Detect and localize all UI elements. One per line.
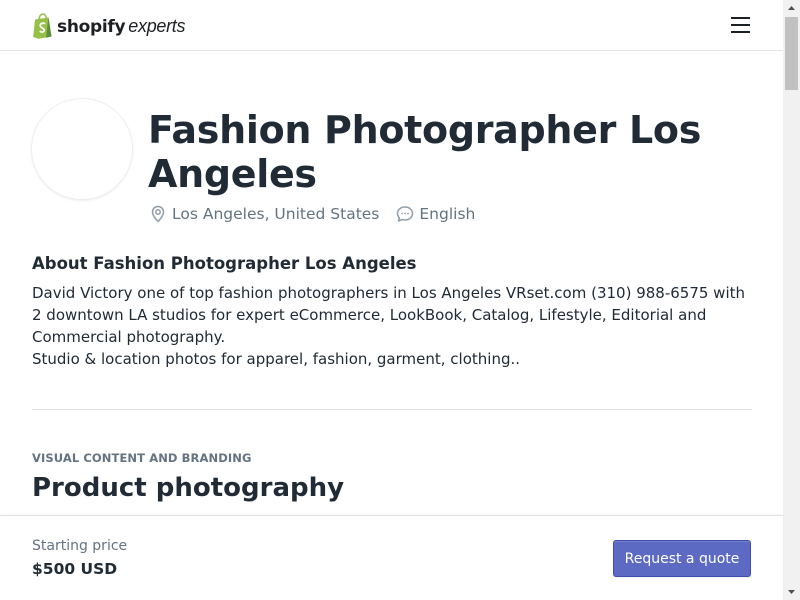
- request-quote-button[interactable]: Request a quote: [613, 540, 751, 577]
- location-info: Los Angeles, United States: [148, 204, 379, 224]
- shopify-experts-logo[interactable]: shopify experts: [32, 13, 186, 39]
- page-scrollbar[interactable]: [783, 0, 800, 600]
- hamburger-menu-icon[interactable]: [730, 15, 752, 35]
- logo-sub-text: experts: [128, 15, 186, 36]
- language-text: English: [419, 205, 476, 223]
- language-info: English: [395, 204, 475, 224]
- scroll-down-arrow-icon[interactable]: [783, 583, 800, 600]
- site-header: shopify experts: [0, 0, 783, 51]
- chat-bubble-icon: [397, 206, 414, 222]
- pricing-footer-bar: Starting price $500 USD Request a quote: [0, 515, 783, 600]
- about-paragraph: Studio & location photos for apparel, fa…: [32, 350, 521, 368]
- location-text: Los Angeles, United States: [172, 205, 380, 223]
- about-description: David Victory one of top fashion photogr…: [32, 282, 752, 370]
- about-heading: About Fashion Photographer Los Angeles: [32, 254, 417, 273]
- expert-meta: Los Angeles, United States English: [148, 204, 475, 224]
- map-pin-icon: [151, 205, 165, 223]
- section-divider: [32, 409, 752, 410]
- expert-name-title: Fashion Photographer Los Angeles: [148, 108, 702, 196]
- service-title: Product photography: [32, 473, 345, 503]
- scrollbar-thumb[interactable]: [785, 17, 798, 90]
- logo-brand-text: shopify: [57, 16, 126, 37]
- starting-price-label: Starting price: [32, 538, 128, 554]
- expert-avatar: [32, 99, 132, 199]
- scroll-up-arrow-icon[interactable]: [783, 0, 800, 17]
- service-category-label: VISUAL CONTENT AND BRANDING: [32, 451, 252, 465]
- shopify-bag-icon: [33, 13, 52, 39]
- about-paragraph: David Victory one of top fashion photogr…: [32, 284, 745, 346]
- starting-price-value: $500 USD: [32, 560, 118, 578]
